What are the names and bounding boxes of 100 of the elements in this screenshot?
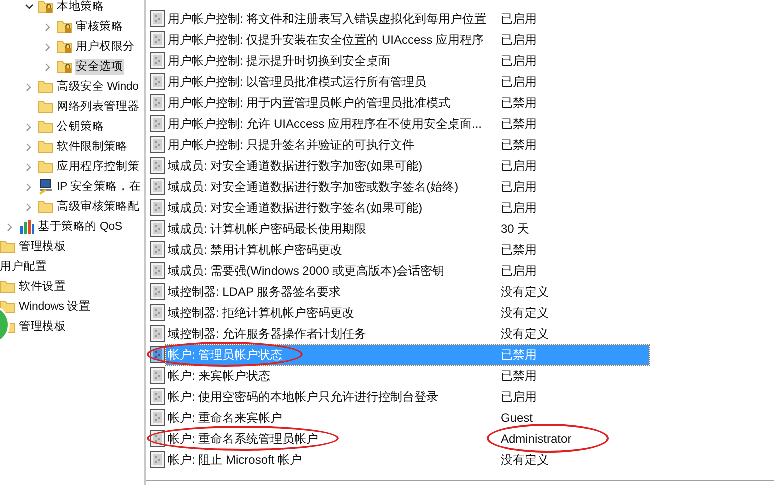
policy-setting: 已启用 <box>501 200 537 216</box>
chevron-right-icon[interactable] <box>26 142 32 152</box>
policy-icon <box>150 388 165 405</box>
tree-item[interactable]: Windows 设置 <box>18 299 92 315</box>
tree-item[interactable]: 软件限制策略 <box>56 139 129 155</box>
policy-icon <box>150 178 165 195</box>
tree-item[interactable]: 用户配置 <box>0 259 48 275</box>
policy-row[interactable]: 域成员: 对安全通道数据进行数字签名(如果可能) 已启用 <box>166 198 649 218</box>
policy-setting: 已启用 <box>501 158 537 174</box>
policy-setting: 没有定义 <box>501 304 549 322</box>
chevron-right-icon[interactable] <box>26 82 32 92</box>
policy-icon <box>150 115 165 132</box>
policy-setting: 没有定义 <box>501 284 549 300</box>
policy-row[interactable]: 帐户: 使用空密码的本地帐户只允许进行控制台登录 已启用 <box>166 386 649 406</box>
policy-row[interactable]: 用户帐户控制: 用于内置管理员帐户的管理员批准模式 已禁用 <box>166 92 649 112</box>
policy-setting: 已启用 <box>501 178 537 196</box>
policy-icon <box>150 241 165 258</box>
policy-setting: 已启用 <box>501 10 537 28</box>
chevron-down-icon[interactable] <box>24 4 34 10</box>
policy-setting: 已禁用 <box>501 346 537 364</box>
folder-icon <box>38 200 54 214</box>
policy-name: 帐户: 来宾帐户状态 <box>167 368 271 382</box>
policy-setting: 已启用 <box>501 52 537 70</box>
policy-name: 域成员: 对安全通道数据进行数字加密(如果可能) <box>167 158 423 172</box>
policy-setting: 30 天 <box>501 220 530 238</box>
tree-item[interactable]: 高级审核策略配 <box>56 199 141 215</box>
chevron-right-icon[interactable] <box>45 62 51 72</box>
chevron-right-icon[interactable] <box>26 122 32 132</box>
chevron-right-icon[interactable] <box>45 22 51 32</box>
policy-name: 帐户: 管理员帐户状态 <box>167 348 283 362</box>
tree-item[interactable]: 管理模板 <box>18 239 68 255</box>
policy-name: 域控制器: 拒绝计算机帐户密码更改 <box>167 306 355 320</box>
policy-setting: 已启用 <box>501 388 537 406</box>
policy-row[interactable]: 帐户: 来宾帐户状态 已禁用 <box>166 366 649 386</box>
policy-name: 帐户: 使用空密码的本地帐户只允许进行控制台登录 <box>167 390 439 404</box>
policy-row[interactable]: 域成员: 禁用计算机帐户密码更改 已禁用 <box>166 240 649 260</box>
tree-item[interactable]: 审核策略 <box>75 19 124 35</box>
computer-key-icon <box>38 179 54 195</box>
chevron-right-icon[interactable] <box>26 202 32 212</box>
policy-row[interactable]: 域成员: 对安全通道数据进行数字加密或数字签名(始终) 已启用 <box>166 176 649 196</box>
policy-row[interactable]: 用户帐户控制: 提示提升时切换到安全桌面 已启用 <box>166 50 649 70</box>
chevron-right-icon[interactable] <box>26 162 32 172</box>
chevron-right-icon[interactable] <box>7 222 13 232</box>
bar-chart-icon <box>19 220 35 234</box>
tree-item[interactable]: IP 安全策略，在 <box>56 179 142 195</box>
tree-item[interactable]: 软件设置 <box>18 279 68 295</box>
tree-item[interactable]: 高级安全 Windo <box>56 79 140 95</box>
policy-icon <box>150 136 165 153</box>
policy-row[interactable]: 域成员: 计算机帐户密码最长使用期限 30 天 <box>166 218 649 238</box>
folder-icon <box>0 280 16 294</box>
locked-folder-icon <box>57 20 73 34</box>
policy-row[interactable]: 帐户: 重命名系统管理员帐户 Administrator <box>166 428 649 448</box>
policy-name: 域成员: 对安全通道数据进行数字加密或数字签名(始终) <box>167 180 459 194</box>
policy-row[interactable]: 域成员: 需要强(Windows 2000 或更高版本)会话密钥 已启用 <box>166 260 649 280</box>
policy-name: 帐户: 阻止 Microsoft 帐户 <box>167 452 302 466</box>
chevron-right-icon[interactable] <box>45 42 51 52</box>
policy-icon <box>150 31 165 48</box>
policy-row[interactable]: 用户帐户控制: 仅提升安装在安全位置的 UIAccess 应用程序 已启用 <box>166 30 649 50</box>
policy-icon <box>150 367 165 384</box>
policy-row[interactable]: 域控制器: 允许服务器操作者计划任务 没有定义 <box>166 324 649 344</box>
policy-name: 用户帐户控制: 允许 UIAccess 应用程序在不使用安全桌面... <box>167 116 482 130</box>
policy-row[interactable]: 用户帐户控制: 将文件和注册表写入错误虚拟化到每用户位置 已启用 <box>166 8 649 28</box>
policy-row[interactable]: 帐户: 重命名来宾帐户 Guest <box>166 408 649 428</box>
tree-item[interactable]: 安全选项 <box>75 59 124 75</box>
policy-icon <box>150 262 165 279</box>
tree-item[interactable]: 基于策略的 QoS <box>37 219 124 235</box>
policy-setting: 已禁用 <box>501 368 537 384</box>
policy-name: 域控制器: 允许服务器操作者计划任务 <box>167 326 367 340</box>
tree-item[interactable]: 本地策略 <box>56 0 106 15</box>
policy-icon <box>150 94 165 111</box>
policy-row[interactable]: 用户帐户控制: 只提升签名并验证的可执行文件 已禁用 <box>166 134 649 154</box>
policy-setting: Guest <box>501 410 534 426</box>
locked-folder-icon <box>38 0 54 14</box>
policy-row[interactable]: 帐户: 阻止 Microsoft 帐户 没有定义 <box>166 450 649 470</box>
policy-row[interactable]: 域控制器: 拒绝计算机帐户密码更改 没有定义 <box>166 302 649 322</box>
policy-icon <box>150 10 165 27</box>
policy-icon <box>150 73 165 90</box>
policy-icon <box>150 325 165 342</box>
policy-name: 用户帐户控制: 用于内置管理员帐户的管理员批准模式 <box>167 96 451 110</box>
policy-setting: 已启用 <box>501 74 537 90</box>
policy-row[interactable]: 用户帐户控制: 允许 UIAccess 应用程序在不使用安全桌面... 已禁用 <box>166 114 649 134</box>
locked-folder-icon <box>57 60 73 74</box>
tree-item[interactable]: 管理模板 <box>18 319 68 335</box>
policy-setting: 没有定义 <box>501 452 549 468</box>
policy-icon <box>150 283 165 300</box>
tree-item[interactable]: 网络列表管理器 <box>56 99 141 115</box>
folder-icon <box>38 140 54 154</box>
policy-icon <box>150 409 165 426</box>
tree-item[interactable]: 公钥策略 <box>56 119 106 135</box>
policy-row[interactable]: 域成员: 对安全通道数据进行数字加密(如果可能) 已启用 <box>166 156 649 176</box>
policy-name: 用户帐户控制: 将文件和注册表写入错误虚拟化到每用户位置 <box>167 12 487 26</box>
policy-icon <box>150 157 165 174</box>
policy-row[interactable]: 用户帐户控制: 以管理员批准模式运行所有管理员 已启用 <box>166 72 649 92</box>
chevron-right-icon[interactable] <box>26 182 32 192</box>
tree-item[interactable]: 用户权限分 <box>75 39 136 55</box>
policy-row[interactable]: 域控制器: LDAP 服务器签名要求 没有定义 <box>166 282 649 302</box>
policy-setting: 已禁用 <box>501 242 537 258</box>
folder-icon <box>38 120 54 134</box>
policy-icon <box>150 199 165 216</box>
tree-item[interactable]: 应用程序控制策 <box>56 159 141 175</box>
